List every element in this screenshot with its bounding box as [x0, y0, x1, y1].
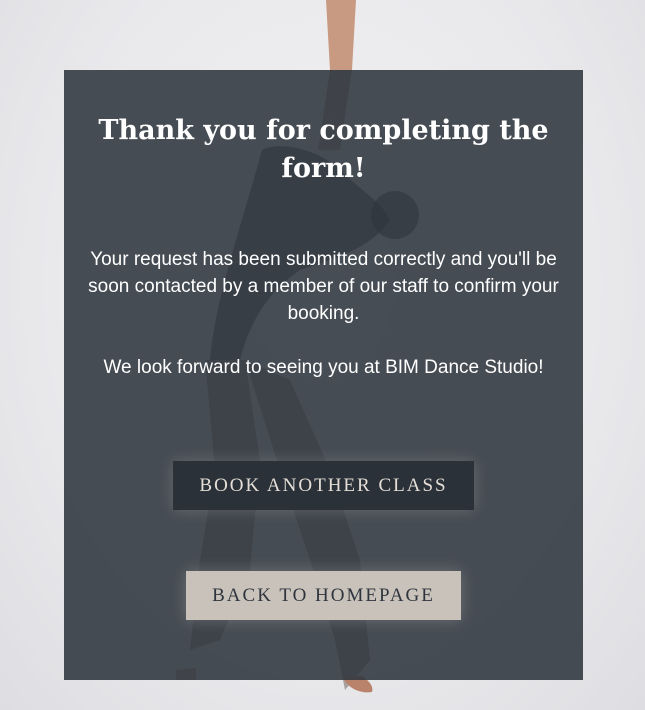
confirmation-message: Your request has been submitted correctl…	[88, 249, 559, 324]
confirmation-title: Thank you for completing the form!	[98, 115, 549, 184]
book-another-class-button[interactable]: BOOK ANOTHER CLASS	[173, 461, 474, 510]
confirmation-panel: Thank you for completing the form! Your …	[64, 70, 583, 680]
back-to-homepage-button[interactable]: BACK TO HOMEPAGE	[186, 571, 461, 620]
confirmation-closing-text: We look forward to seeing you at BIM Dan…	[103, 357, 544, 378]
